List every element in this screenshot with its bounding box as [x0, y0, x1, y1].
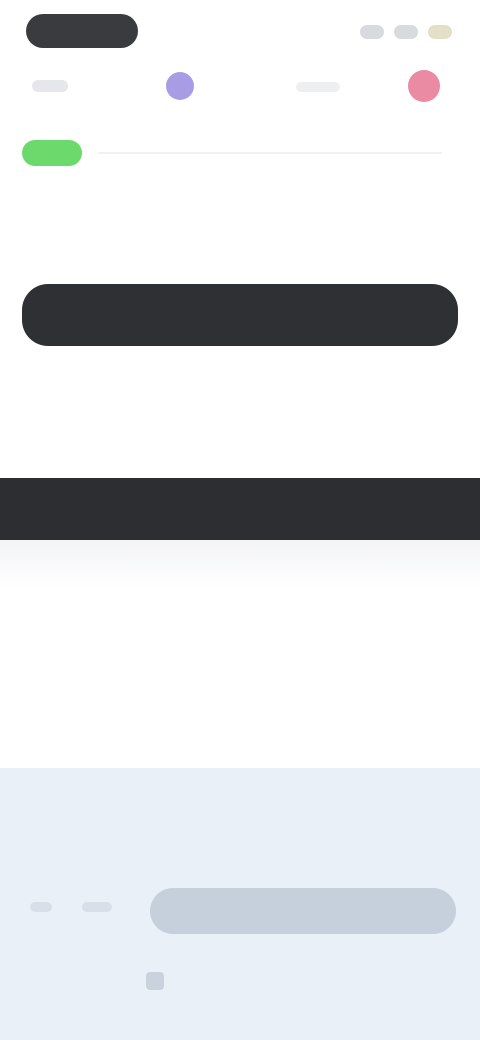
primary-button[interactable] [22, 284, 458, 346]
footer-button[interactable] [150, 888, 456, 934]
banner-shadow [0, 540, 480, 590]
footer-meta [30, 902, 112, 912]
signal-icon [360, 25, 384, 39]
battery-icon [428, 25, 452, 39]
footer-secure [146, 972, 174, 990]
wifi-icon [394, 25, 418, 39]
badge-row [22, 138, 442, 168]
back-icon[interactable] [32, 80, 68, 92]
footer-meta-item [30, 902, 52, 912]
lock-icon [146, 972, 164, 990]
status-icons [352, 22, 452, 42]
header-link[interactable] [296, 82, 340, 92]
brand[interactable] [166, 72, 204, 100]
cookie-banner[interactable] [0, 478, 480, 540]
logo-icon [166, 72, 194, 100]
status-badge [22, 140, 82, 166]
app-header [0, 62, 480, 110]
footer [0, 768, 480, 1040]
avatar-icon[interactable] [408, 70, 440, 102]
footer-meta-item [82, 902, 112, 912]
status-bar [0, 0, 480, 64]
divider [98, 152, 442, 154]
status-time-pill [26, 14, 138, 48]
